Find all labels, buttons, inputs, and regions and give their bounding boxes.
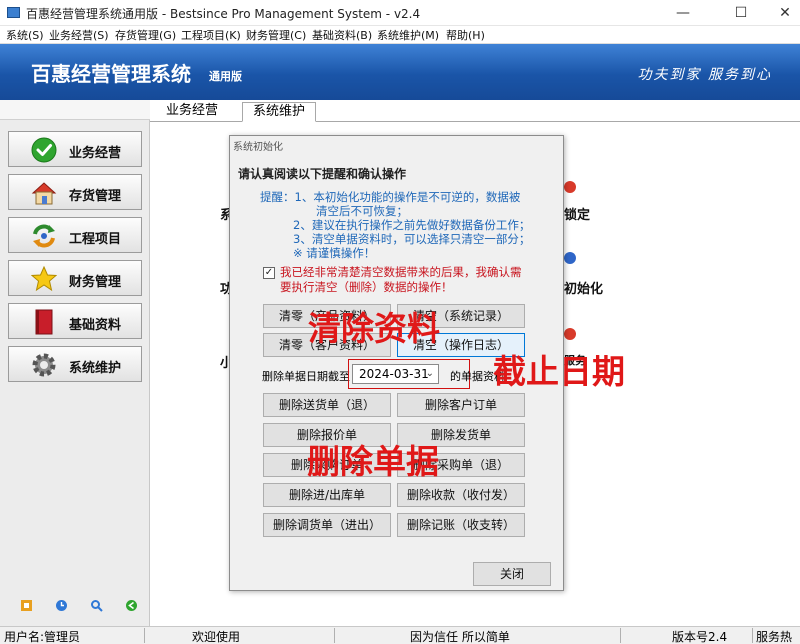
delete-customer-order-button[interactable]: 删除客户订单: [397, 393, 525, 417]
tab-maintenance[interactable]: 系统维护: [242, 102, 317, 122]
tab-business[interactable]: 业务经营: [156, 102, 228, 122]
annotation-cutoff-date: 截止日期: [493, 352, 625, 391]
status-separator: [334, 628, 335, 643]
banner-slogan: 功夫到家 服务到心: [637, 67, 772, 83]
notice-line: 提醒：1、本初始化功能的操作是不可逆的，数据被: [260, 190, 521, 204]
menu-maintenance[interactable]: 系统维护(M): [377, 27, 439, 43]
back-arrow-icon[interactable]: [125, 599, 138, 612]
sidebar-item-label: 业务经营: [69, 146, 122, 161]
status-user: 用户名:管理员: [4, 630, 81, 644]
house-icon: [31, 182, 57, 205]
sidebar-item-label: 财务管理: [69, 275, 122, 290]
notice-line: 清空后不可恢复；: [316, 204, 408, 218]
sidebar-item-projects[interactable]: 工程项目: [8, 217, 142, 253]
menu-basic-data[interactable]: 基础资料(B): [312, 27, 372, 43]
background-text: 初始化: [564, 282, 604, 297]
star-icon: [31, 266, 57, 292]
notice-line: 2、建议在执行操作之前先做好数据备份工作；: [293, 218, 531, 232]
dialog-heading: 请认真阅读以下提醒和确认操作: [238, 167, 407, 181]
status-service: 服务热: [756, 630, 793, 644]
confirm-line: 要执行清空（删除）数据的操作！: [280, 280, 453, 294]
warning-notice: 提醒：1、本初始化功能的操作是不可逆的，数据被 清空后不可恢复； 2、建议在执行…: [260, 190, 560, 260]
book-icon: [35, 309, 53, 335]
minimize-button[interactable]: —: [660, 0, 706, 26]
delete-stock-in-out-button[interactable]: 删除进/出库单: [263, 483, 391, 507]
search-icon[interactable]: [90, 599, 103, 612]
delete-receipt-button[interactable]: 删除收款（收付发）: [397, 483, 525, 507]
app-icon: [7, 7, 20, 18]
notice-line: ※ 请谨慎操作！: [293, 246, 376, 260]
sidebar-header-strip: [0, 100, 150, 120]
sidebar-item-business[interactable]: 业务经营: [8, 131, 142, 167]
tool-icon[interactable]: [20, 599, 33, 612]
status-motto: 因为信任 所以简单: [410, 630, 510, 644]
tab-bar: 业务经营 系统维护: [150, 100, 800, 122]
status-separator: [752, 628, 753, 643]
menu-finance[interactable]: 财务管理(C): [246, 27, 306, 43]
status-bar: 用户名:管理员 欢迎使用 因为信任 所以简单 版本号2.4 服务热: [0, 626, 800, 644]
background-icon: [564, 328, 576, 340]
sidebar-item-basic-data[interactable]: 基础资料: [8, 303, 142, 339]
sidebar-item-inventory[interactable]: 存货管理: [8, 174, 142, 210]
close-window-button[interactable]: ✕: [762, 0, 800, 26]
clock-icon[interactable]: [55, 599, 68, 612]
menu-inventory[interactable]: 存货管理(G): [115, 27, 176, 43]
sidebar: 业务经营 存货管理 工程项目 财务管理 基础资料 系统维护: [0, 100, 150, 626]
brand-name: 百惠经营管理系统: [31, 62, 191, 86]
gear-icon: [32, 353, 56, 377]
sidebar-item-finance[interactable]: 财务管理: [8, 260, 142, 296]
delete-delivery-return-button[interactable]: 删除送货单（退）: [263, 393, 391, 417]
close-dialog-button[interactable]: 关闭: [473, 562, 551, 586]
menu-projects[interactable]: 工程项目(K): [181, 27, 241, 43]
annotation-clear-data: 清除资料: [308, 309, 440, 348]
dialog-title: 系统初始化: [233, 142, 283, 153]
menu-bar: 系统(S) 业务经营(S) 存货管理(G) 工程项目(K) 财务管理(C) 基础…: [0, 26, 800, 44]
menu-business[interactable]: 业务经营(S): [49, 27, 109, 43]
maximize-button[interactable]: ☐: [718, 0, 764, 26]
delete-transfer-button[interactable]: 删除调货单（进出）: [263, 513, 391, 537]
background-text: 锁定: [564, 208, 591, 223]
menu-system[interactable]: 系统(S): [6, 27, 44, 43]
background-icon: [564, 252, 576, 264]
status-version: 版本号2.4: [672, 630, 728, 644]
sidebar-item-label: 存货管理: [69, 189, 122, 204]
window-title-bar: 百惠经营管理系统通用版 - Bestsince Pro Management S…: [0, 0, 800, 26]
notice-line: 3、清空单据资料时，可以选择只清空一部分；: [293, 232, 531, 246]
delete-ledger-button[interactable]: 删除记账（收支转）: [397, 513, 525, 537]
cycle-arrows-icon: [33, 224, 55, 248]
app-banner: 百惠经营管理系统 通用版 功夫到家 服务到心: [0, 44, 800, 100]
status-separator: [620, 628, 621, 643]
annotation-delete-docs: 删除单据: [307, 442, 439, 481]
status-welcome: 欢迎使用: [192, 630, 241, 644]
sidebar-item-label: 基础资料: [69, 318, 122, 333]
sidebar-item-label: 系统维护: [69, 361, 122, 376]
status-separator: [144, 628, 145, 643]
window-title: 百惠经营管理系统通用版 - Bestsince Pro Management S…: [26, 7, 421, 21]
green-check-icon: [31, 137, 57, 163]
sidebar-item-label: 工程项目: [69, 232, 122, 247]
menu-help[interactable]: 帮助(H): [446, 27, 485, 43]
sidebar-item-maintenance[interactable]: 系统维护: [8, 346, 142, 382]
cutoff-date-label: 删除单据日期截至: [262, 370, 350, 383]
background-icon: [564, 181, 576, 193]
confirm-checkbox[interactable]: ✓: [263, 267, 275, 279]
confirm-text: 我已经非常清楚清空数据带来的后果，我确认需 要执行清空（删除）数据的操作！: [280, 265, 565, 295]
brand-edition: 通用版: [209, 70, 242, 83]
confirm-line: 我已经非常清楚清空数据带来的后果，我确认需: [280, 265, 522, 279]
